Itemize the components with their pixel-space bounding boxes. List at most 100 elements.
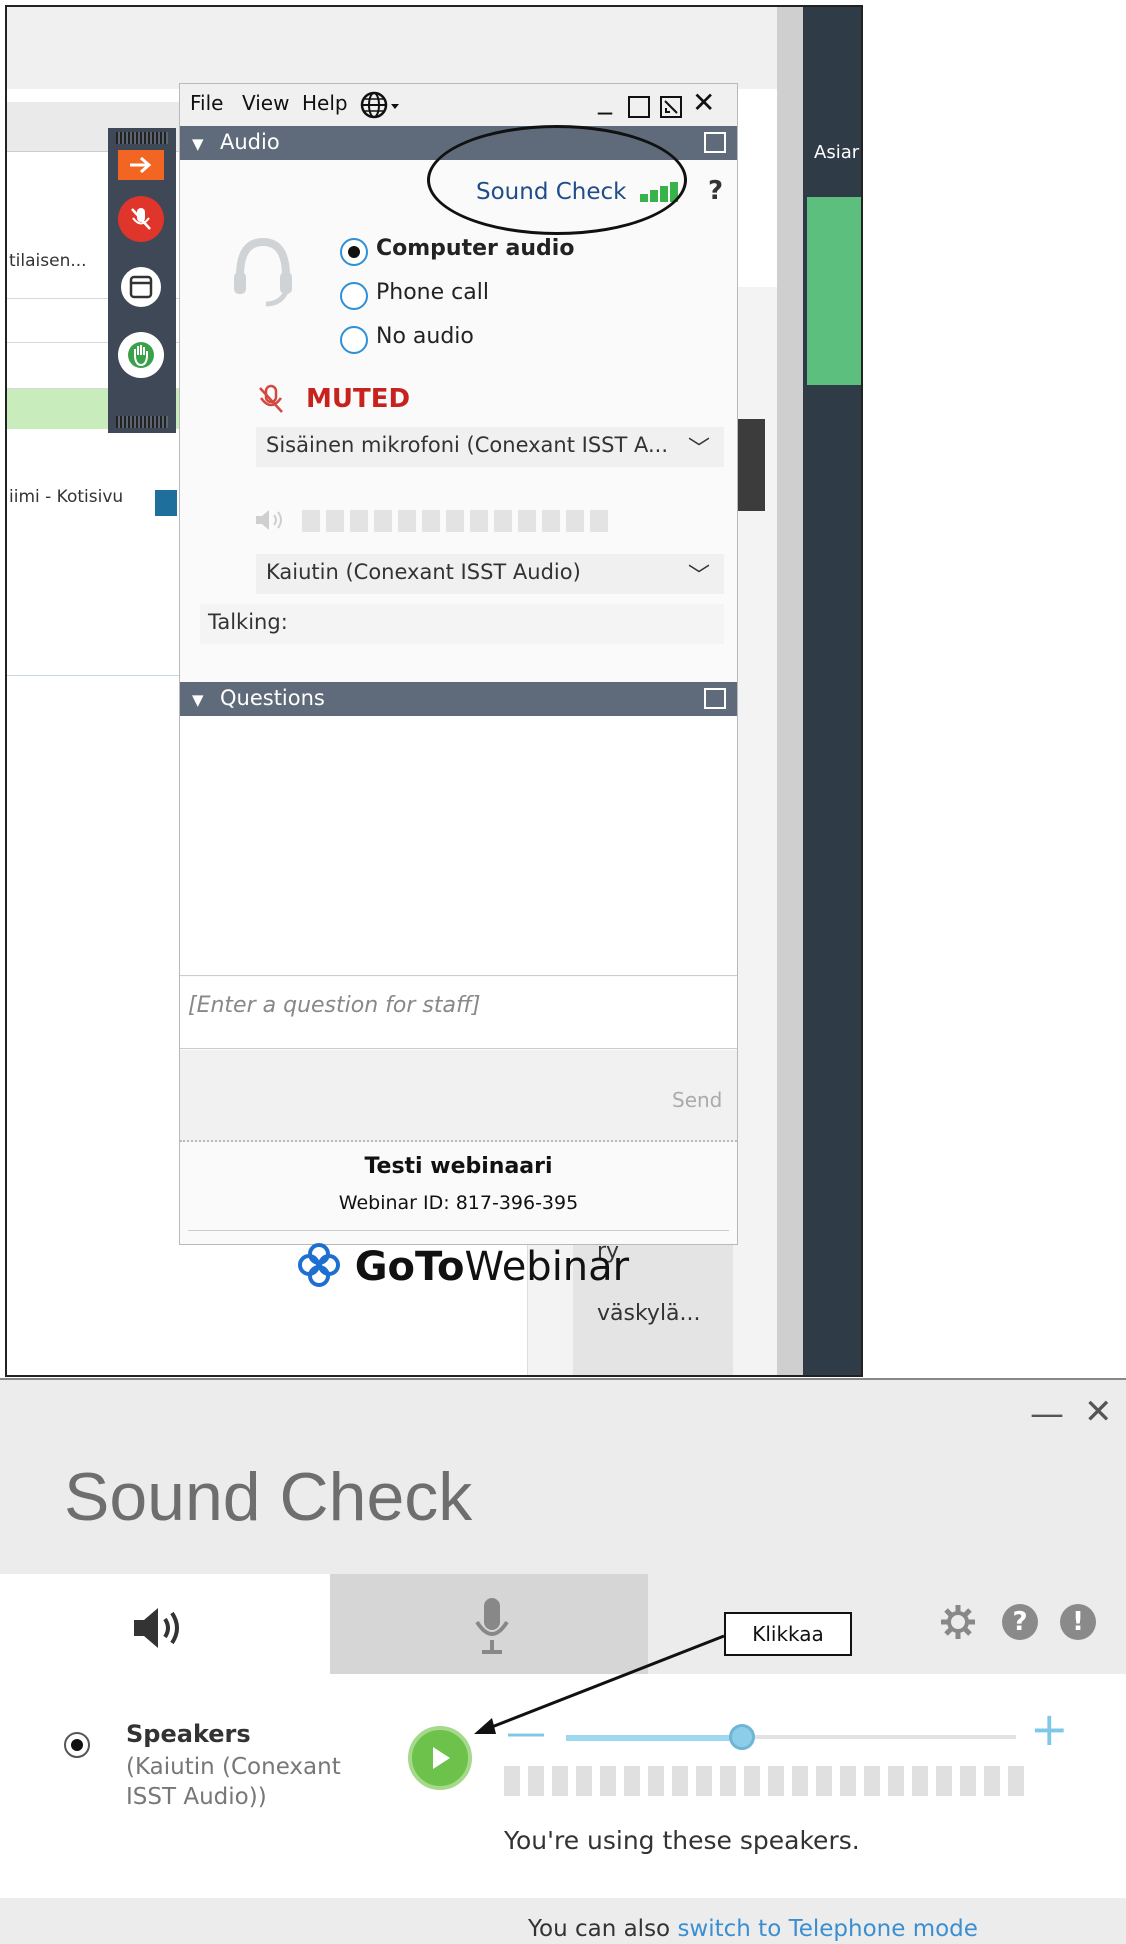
level-segment <box>302 510 320 532</box>
level-segment <box>960 1766 976 1796</box>
level-segment <box>792 1766 808 1796</box>
highlight-ellipse <box>427 125 687 235</box>
language-globe-button[interactable] <box>360 90 404 124</box>
muted-status: MUTED <box>306 384 411 414</box>
logo-bold-text: GoTo <box>354 1244 465 1290</box>
gear-icon[interactable] <box>938 1602 978 1646</box>
level-segment <box>374 510 392 532</box>
gotowebinar-panel: File View Help _ ✕ ▼ Audio Sound Check ?… <box>179 82 738 1290</box>
level-segment <box>912 1766 928 1796</box>
phone-call-label: Phone call <box>376 280 489 305</box>
webinar-id: Webinar ID: 817-396-395 <box>338 1192 579 1214</box>
level-segment <box>648 1766 664 1796</box>
speakers-device: (Kaiutin (Conexant ISST Audio)) <box>126 1754 341 1810</box>
level-segment <box>518 510 536 532</box>
headset-icon <box>228 232 298 316</box>
level-segment <box>542 510 560 532</box>
level-segment <box>576 1766 592 1796</box>
collapse-arrow-button[interactable] <box>118 150 164 180</box>
maximize-button[interactable] <box>628 96 650 118</box>
level-segment <box>350 510 368 532</box>
background-row-label: iimi - Kotisivu <box>9 487 124 507</box>
chevron-down-icon: ﹀ <box>687 564 710 589</box>
footer-text: You can also switch to Telephone mode <box>528 1916 978 1942</box>
collapse-triangle-icon: ▼ <box>192 135 204 153</box>
no-audio-label: No audio <box>376 324 474 349</box>
menu-file[interactable]: File <box>190 91 223 115</box>
help-icon[interactable]: ? <box>1002 1604 1038 1640</box>
speaker-icon <box>134 1608 179 1648</box>
minimize-button[interactable]: — <box>1030 1394 1064 1434</box>
menu-view[interactable]: View <box>242 91 289 115</box>
microphone-toggle-button[interactable] <box>118 196 164 242</box>
background-row-label: tilaisen... <box>9 251 87 271</box>
question-input[interactable]: [Enter a question for staff] <box>180 977 737 1049</box>
audio-section-title: Audio <box>220 130 280 154</box>
microphone-select[interactable]: Sisäinen mikrofoni (Conexant ISST A... ﹀ <box>256 427 724 467</box>
computer-audio-radio[interactable] <box>340 238 368 266</box>
level-segment <box>600 1766 616 1796</box>
level-segment <box>504 1766 520 1796</box>
globe-icon <box>360 91 399 119</box>
phone-call-radio[interactable] <box>340 282 368 310</box>
level-segment <box>528 1766 544 1796</box>
sound-check-window: — ✕ Sound Check ? ! Klikkaa Speakers (Ka… <box>0 1378 1126 1944</box>
level-segment <box>720 1766 736 1796</box>
level-segment <box>470 510 488 532</box>
volume-up-button[interactable]: + <box>1030 1702 1069 1756</box>
level-segment <box>590 510 608 532</box>
level-segment <box>1008 1766 1024 1796</box>
questions-section-header[interactable]: ▼ Questions <box>180 682 737 716</box>
screen-view-button[interactable] <box>118 264 164 310</box>
volume-slider-fill <box>566 1735 742 1741</box>
dock-grip-bottom[interactable] <box>116 416 168 428</box>
instruction-callout: Klikkaa <box>724 1612 852 1656</box>
window-icon <box>129 275 153 299</box>
level-segment <box>768 1766 784 1796</box>
menu-help[interactable]: Help <box>302 91 348 115</box>
volume-slider-thumb[interactable] <box>728 1724 755 1750</box>
popout-button[interactable] <box>660 96 682 122</box>
background-list-item: väskylä... <box>597 1301 701 1326</box>
collapse-triangle-icon: ▼ <box>192 691 204 709</box>
speaker-select[interactable]: Kaiutin (Conexant ISST Audio) ﹀ <box>256 554 724 594</box>
talking-label: Talking: <box>208 610 288 634</box>
level-segment <box>566 510 584 532</box>
questions-popout-icon[interactable] <box>704 688 726 709</box>
volume-down-button[interactable]: — <box>506 1710 546 1756</box>
questions-log <box>180 716 737 976</box>
close-button[interactable]: ✕ <box>1084 1392 1113 1432</box>
level-segment <box>624 1766 640 1796</box>
speaker-status-message: You're using these speakers. <box>504 1826 860 1855</box>
speakers-label: Speakers <box>126 1720 251 1748</box>
level-segment <box>888 1766 904 1796</box>
level-segment <box>446 510 464 532</box>
footer-prefix: You can also <box>528 1916 678 1942</box>
no-audio-radio[interactable] <box>340 326 368 354</box>
level-segment <box>696 1766 712 1796</box>
control-dock <box>108 128 176 433</box>
speaker-select-value: Kaiutin (Conexant ISST Audio) <box>266 560 581 584</box>
alert-icon[interactable]: ! <box>1060 1604 1096 1640</box>
raise-hand-button[interactable] <box>118 332 164 378</box>
audio-popout-icon[interactable] <box>704 132 726 153</box>
close-button[interactable]: ✕ <box>692 86 715 119</box>
mic-muted-icon <box>254 382 288 420</box>
play-icon <box>433 1747 450 1769</box>
computer-audio-label: Computer audio <box>376 236 575 261</box>
tab-speakers[interactable] <box>0 1574 330 1674</box>
speakers-radio[interactable] <box>64 1732 90 1758</box>
switch-telephone-link[interactable]: switch to Telephone mode <box>677 1916 977 1942</box>
arrow-right-icon <box>130 156 152 174</box>
sound-check-title: Sound Check <box>64 1459 473 1535</box>
level-segment <box>864 1766 880 1796</box>
gotowebinar-logo: GoToWebinar <box>296 1242 629 1290</box>
webinar-title: Testi webinaari <box>364 1154 553 1179</box>
minimize-button[interactable]: _ <box>598 82 612 115</box>
questions-section-title: Questions <box>220 686 325 710</box>
play-test-sound-button[interactable] <box>408 1726 472 1790</box>
microphone-select-value: Sisäinen mikrofoni (Conexant ISST A... <box>266 433 669 457</box>
help-icon[interactable]: ? <box>708 176 723 206</box>
dock-grip-top[interactable] <box>116 132 168 144</box>
send-button[interactable]: Send <box>672 1088 722 1112</box>
